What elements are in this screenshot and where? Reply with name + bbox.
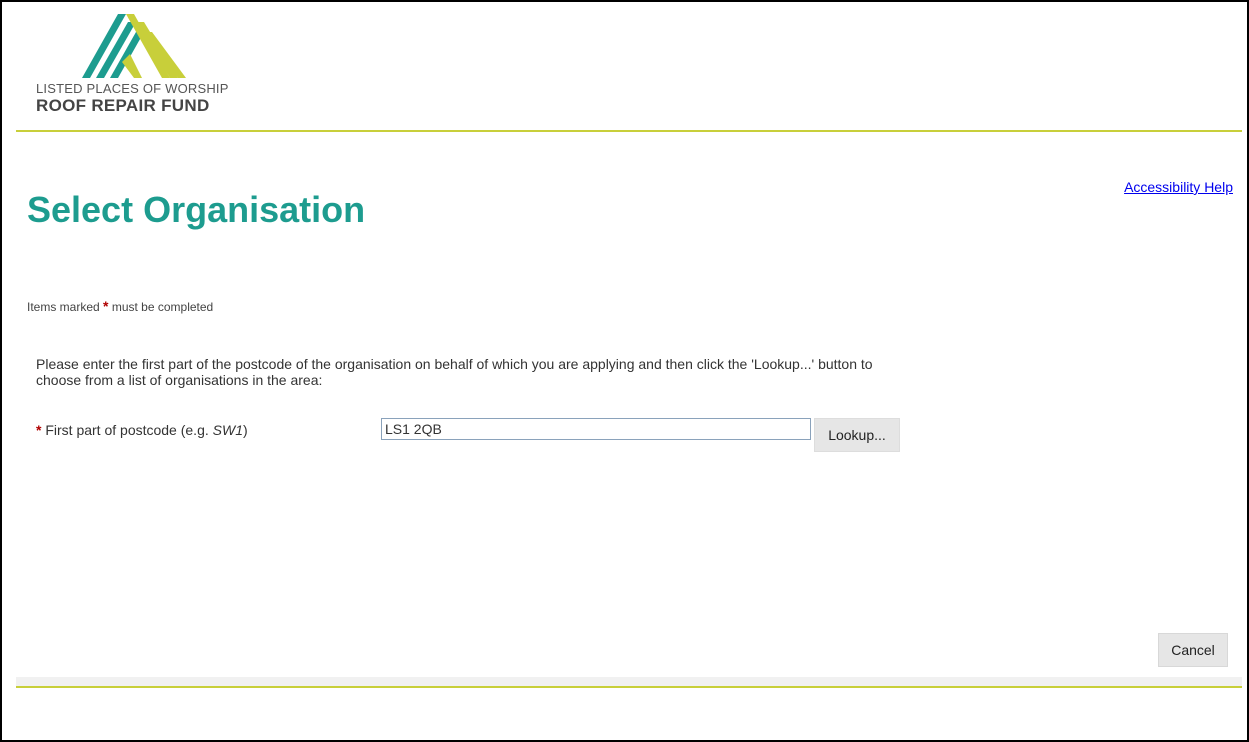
logo-line-2: ROOF REPAIR FUND (36, 96, 210, 115)
cancel-button[interactable]: Cancel (1158, 633, 1228, 667)
logo-line-1: LISTED PLACES OF WORSHIP (36, 81, 229, 96)
required-note-prefix: Items marked (27, 300, 100, 314)
postcode-label-close: ) (242, 422, 248, 438)
postcode-label: * First part of postcode (e.g. SW1) (36, 422, 248, 438)
required-note: Items marked * must be completed (27, 298, 213, 314)
postcode-label-example: SW1 (212, 422, 243, 438)
postcode-field-row: * First part of postcode (e.g. SW1) Look… (36, 418, 936, 454)
postcode-input[interactable] (381, 418, 811, 440)
required-star: * (103, 298, 109, 314)
site-header: LISTED PLACES OF WORSHIP ROOF REPAIR FUN… (16, 2, 1242, 132)
site-logo[interactable]: LISTED PLACES OF WORSHIP ROOF REPAIR FUN… (34, 14, 274, 124)
required-star: * (36, 422, 42, 438)
accessibility-help-link[interactable]: Accessibility Help (1124, 179, 1233, 195)
roof-chevrons-icon (82, 14, 186, 78)
footer-divider (16, 686, 1242, 688)
postcode-label-text: First part of postcode (e.g. (45, 422, 213, 438)
main-content: Accessibility Help Select Organisation I… (16, 133, 1242, 677)
lookup-button[interactable]: Lookup... (814, 418, 900, 452)
instructions-text: Please enter the first part of the postc… (36, 356, 873, 388)
page-title: Select Organisation (27, 189, 366, 230)
required-note-suffix: must be completed (111, 300, 214, 314)
header-divider (16, 130, 1242, 132)
page-frame: LISTED PLACES OF WORSHIP ROOF REPAIR FUN… (0, 0, 1249, 742)
